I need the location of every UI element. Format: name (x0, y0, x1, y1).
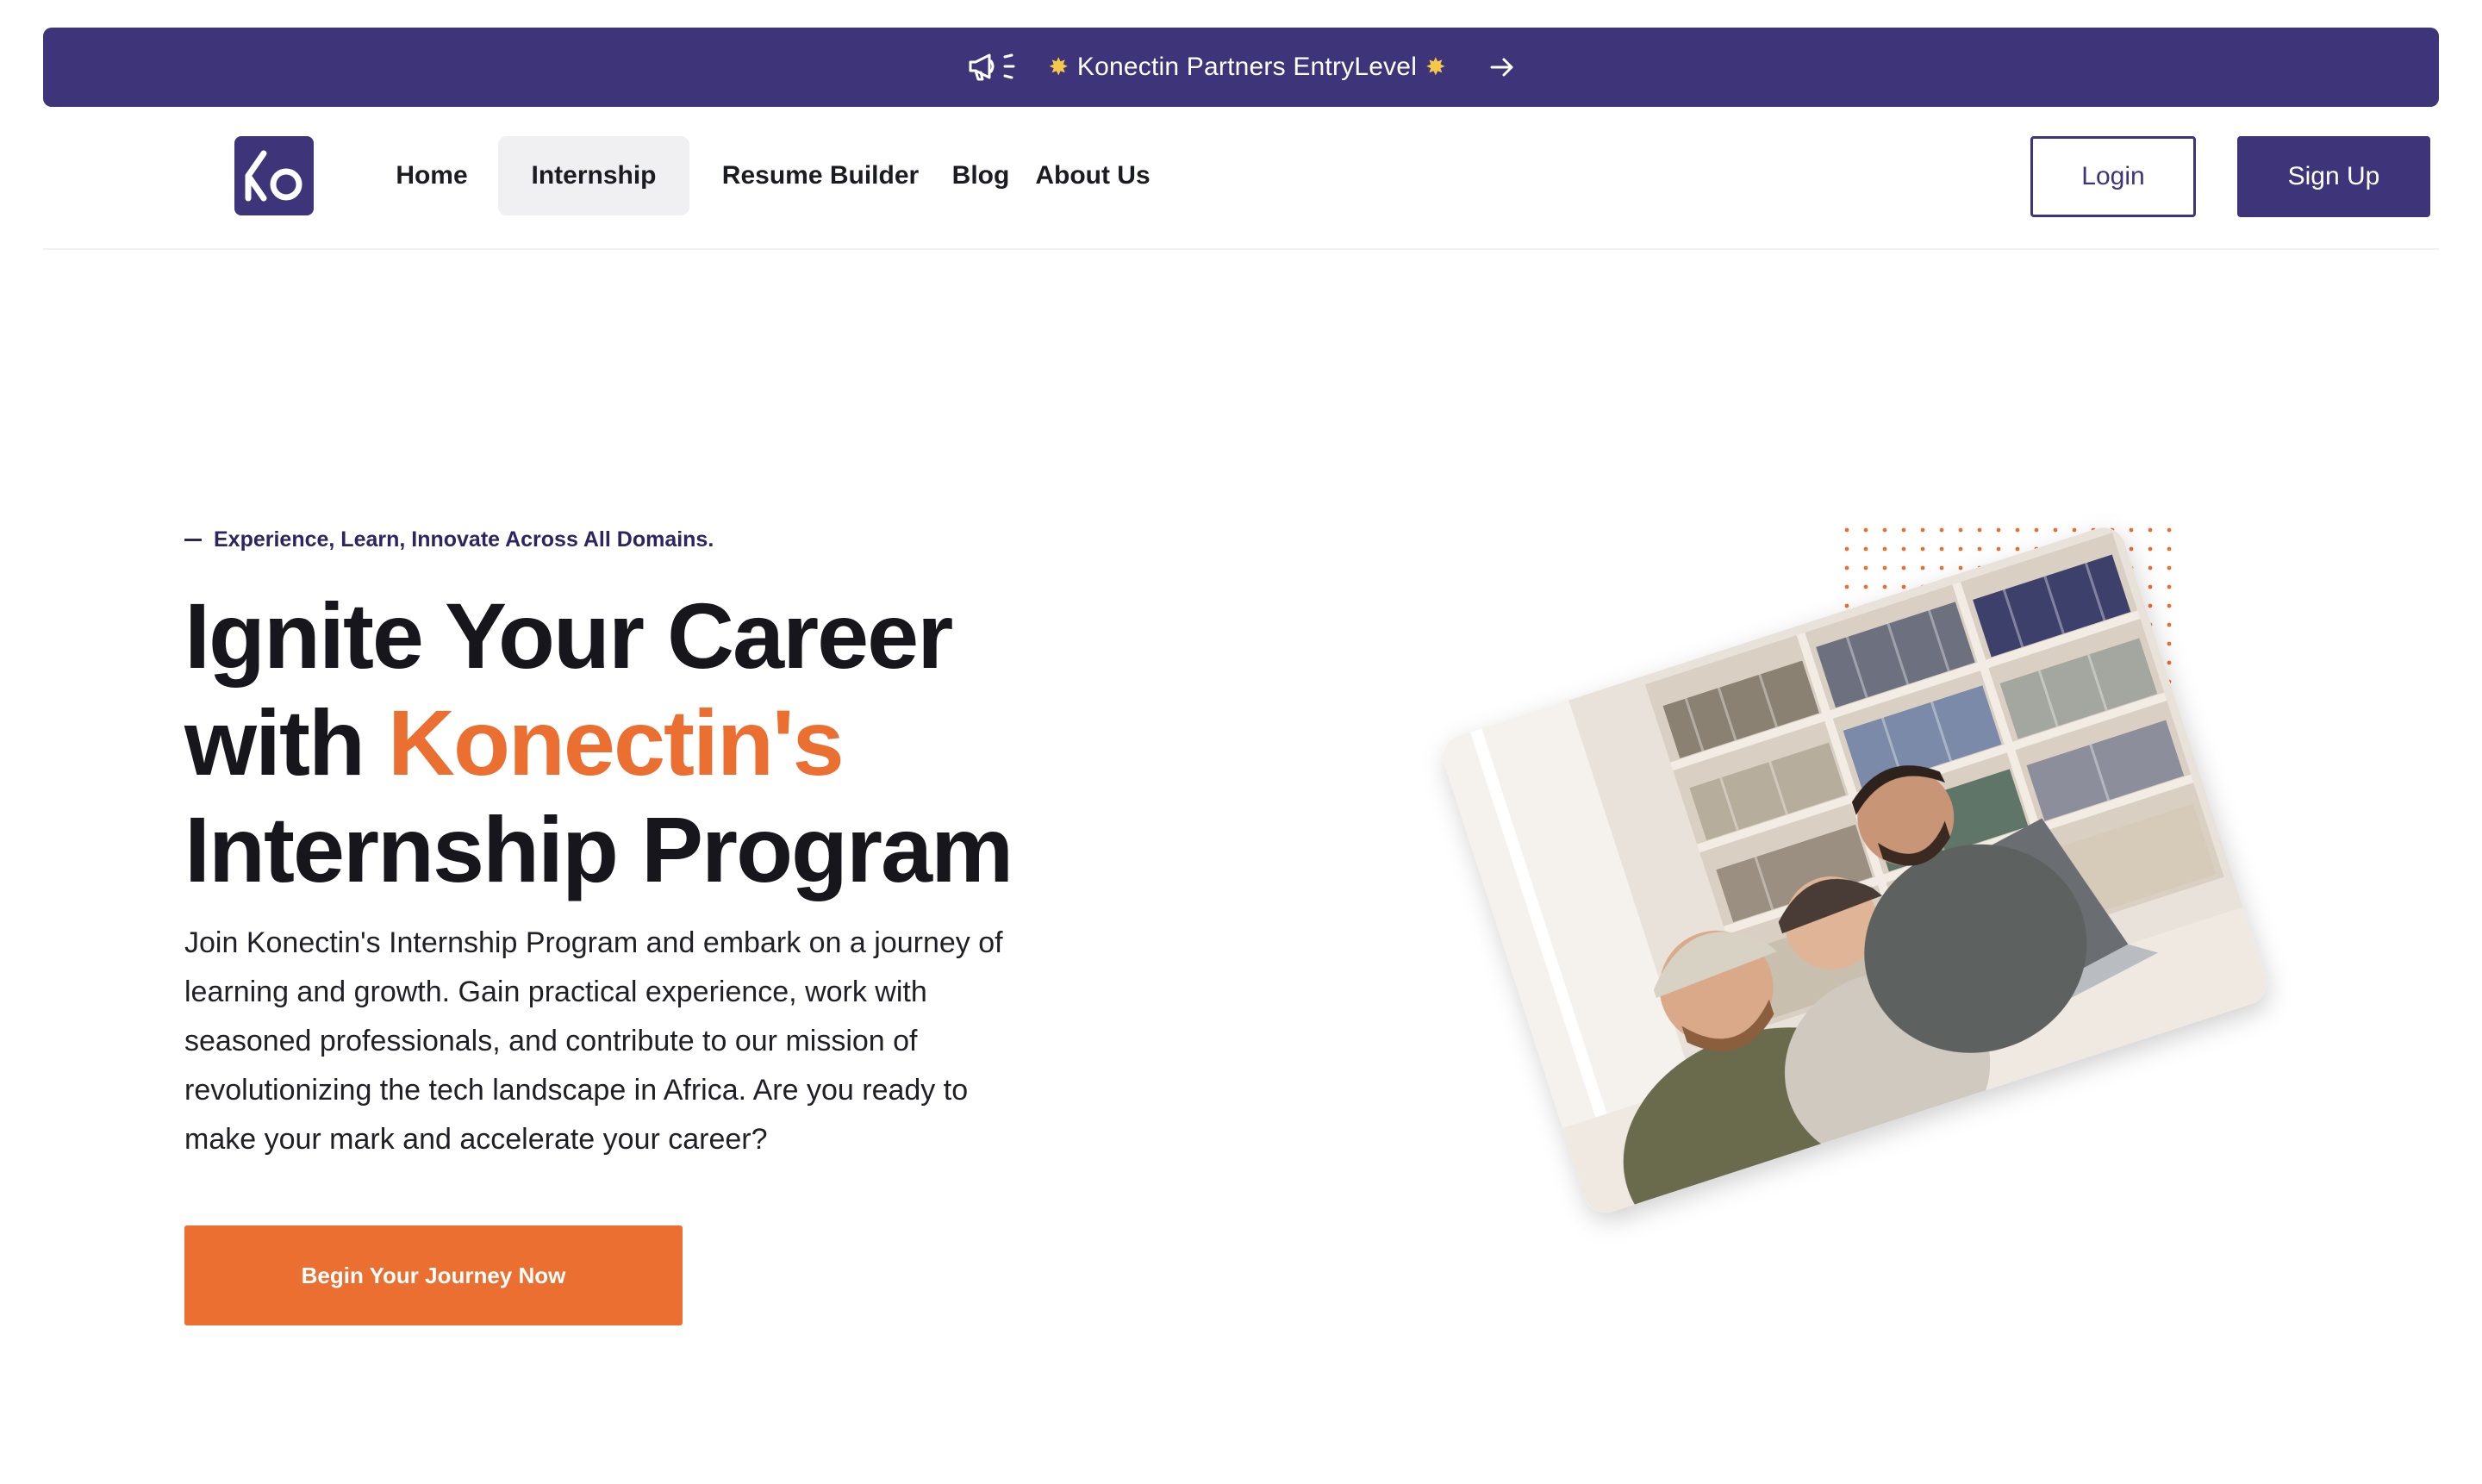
hero-title-accent: Konectin's (387, 690, 845, 795)
megaphone-icon (965, 50, 1024, 84)
hero-title-line-3: Internship Program (184, 797, 1013, 901)
sparkle-star-icon: ✸ (1048, 53, 1069, 80)
nav-item-resume-builder[interactable]: Resume Builder (715, 136, 926, 215)
announcement-text: Konectin Partners EntryLevel (1076, 53, 1418, 81)
navbar: Home Internship Resume Builder Blog Abou… (43, 107, 2439, 250)
sparkle-star-icon: ✸ (1425, 53, 1446, 80)
nav-item-label: About Us (1035, 161, 1151, 190)
announcement-bar[interactable]: ✸ Konectin Partners EntryLevel ✸ (43, 28, 2439, 107)
nav-item-label: Home (396, 161, 468, 190)
nav-item-about-us[interactable]: About Us (1034, 136, 1151, 215)
nav-item-blog[interactable]: Blog (948, 136, 1013, 215)
hero-eyebrow: Experience, Learn, Innovate Across All D… (184, 527, 714, 552)
signup-button-label: Sign Up (2287, 162, 2380, 190)
konectin-logo[interactable] (234, 136, 314, 215)
hero-title-line-1: Ignite Your Career (184, 583, 953, 688)
hero-image (1379, 465, 2310, 1293)
nav-item-label: Blog (951, 161, 1010, 190)
begin-journey-button-label: Begin Your Journey Now (301, 1262, 566, 1288)
eyebrow-text: Experience, Learn, Innovate Across All D… (214, 527, 714, 552)
hero-title: Ignite Your Career with Konectin's Inter… (184, 583, 1219, 903)
signup-button[interactable]: Sign Up (2237, 136, 2430, 217)
announcement-message: ✸ Konectin Partners EntryLevel ✸ (1048, 53, 1445, 82)
begin-journey-button[interactable]: Begin Your Journey Now (184, 1225, 683, 1325)
nav-item-internship[interactable]: Internship (498, 136, 689, 215)
nav-item-label: Internship (531, 161, 657, 190)
eyebrow-dash (184, 539, 202, 541)
arrow-right-icon[interactable] (1470, 53, 1517, 82)
hero-title-line-2-prefix: with (184, 690, 388, 795)
login-button-label: Login (2081, 162, 2145, 190)
nav-item-label: Resume Builder (721, 161, 920, 190)
nav-item-home[interactable]: Home (376, 136, 488, 215)
hero-description: Join Konectin's Internship Program and e… (184, 926, 1003, 1156)
login-button[interactable]: Login (2030, 136, 2196, 217)
